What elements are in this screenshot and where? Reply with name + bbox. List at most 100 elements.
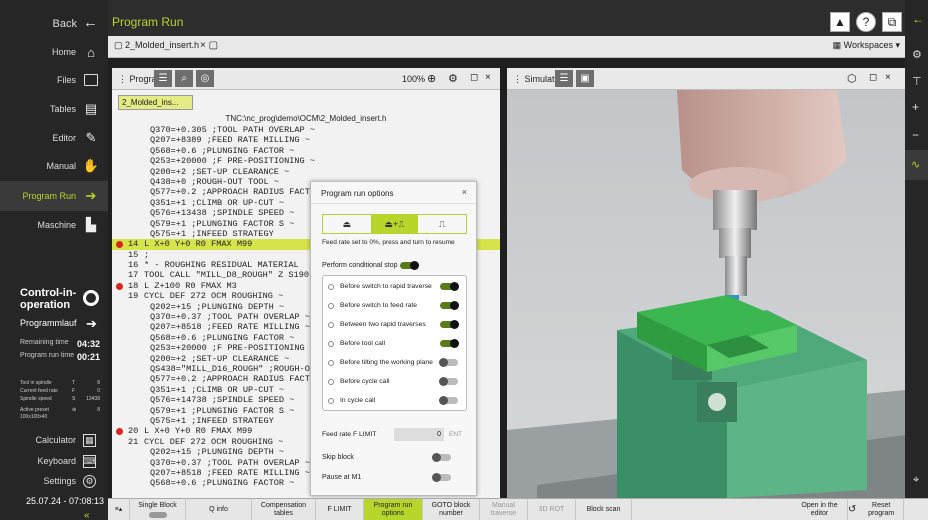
zoom-in-icon[interactable]: + — [912, 100, 919, 114]
feed-limit-input[interactable]: 0 — [394, 428, 444, 441]
sidebar-item-manual[interactable]: Manual ✋ — [0, 152, 108, 180]
stop-option-row[interactable]: Before cycle call — [323, 375, 466, 389]
stop-option-toggle[interactable] — [439, 358, 458, 367]
radio-icon[interactable] — [328, 398, 334, 404]
stop-option-toggle[interactable] — [440, 282, 459, 291]
sidebar-item-editor[interactable]: Editor ✎ — [0, 124, 108, 152]
breakpoint-icon[interactable] — [116, 241, 123, 249]
back-button[interactable]: Back ← — [53, 14, 98, 31]
workspaces-button[interactable]: ▦ Workspaces ▾ — [833, 40, 900, 51]
dialog-close-icon[interactable]: × — [462, 187, 467, 197]
stop-option-row[interactable]: Before tilting the working plane — [323, 356, 466, 370]
pause-m1-row: Pause at M1 — [322, 472, 467, 484]
code-line[interactable]: Q253=+20000 ;F PRE-POSITIONING ~ — [112, 156, 500, 166]
file-tab[interactable]: ▢ 2_Molded_insert.h — [114, 40, 199, 51]
arrow-left-icon[interactable]: ← — [912, 12, 924, 26]
3d-rot-button[interactable]: 3D ROT — [528, 499, 576, 520]
close-icon[interactable]: × — [485, 72, 491, 83]
search-icon[interactable]: ⌕ — [175, 70, 193, 87]
warning-icon[interactable]: ▲ — [830, 12, 850, 32]
f-limit-button[interactable]: F LIMIT — [316, 499, 364, 520]
zoom-icon[interactable]: ⊕ — [427, 72, 436, 85]
breakpoint-icon[interactable] — [116, 282, 123, 290]
collapse-icon[interactable]: « — [84, 510, 90, 520]
right-strip: ← ⚙ ⊤ + − ∿ ⌖ — [905, 0, 928, 520]
check-icon[interactable]: ◎ — [196, 70, 214, 87]
maximize-icon[interactable]: ◻ — [470, 72, 478, 83]
sidebar-item-maschine[interactable]: Maschine ▙ — [0, 211, 108, 239]
close-icon[interactable]: × — [885, 72, 891, 83]
windows-icon[interactable]: ⧉ — [882, 12, 902, 32]
program-run-options-button[interactable]: Program run options — [364, 499, 423, 520]
program-breadcrumb[interactable]: 2_Molded_ins... — [118, 95, 194, 110]
keyboard-button[interactable]: Keyboard ⌨ — [0, 452, 108, 470]
line-text: * - ROUGHING RESIDUAL MATERIAL — [144, 260, 299, 271]
mode-combined-icon[interactable]: ⏏+⎍ — [370, 215, 419, 233]
radio-icon[interactable] — [328, 360, 334, 366]
ent-button[interactable]: ENT — [449, 431, 462, 438]
wave-icon[interactable]: ∿ — [905, 150, 928, 180]
zoom-out-icon[interactable]: − — [912, 128, 919, 142]
goto-block-number-button[interactable]: GOTO block number — [423, 499, 480, 520]
stop-option-row[interactable]: Before tool call — [323, 337, 466, 351]
stop-option-row[interactable]: Before switch to feed rate — [323, 299, 466, 313]
sidebar-item-program-run[interactable]: Program Run ➔ — [0, 181, 108, 211]
code-line[interactable]: Q200=+2 ;SET-UP CLEARANCE ~ — [112, 167, 500, 177]
line-text: Q207=+8518 ;FEED RATE MILLING ~ — [150, 322, 310, 333]
radio-icon[interactable] — [328, 322, 334, 328]
radio-icon[interactable] — [328, 284, 334, 290]
sidebar-item-files[interactable]: Files — [0, 66, 108, 94]
stop-option-toggle[interactable] — [440, 320, 459, 329]
gear-icon[interactable]: ⚙ — [448, 72, 458, 85]
radio-icon[interactable] — [328, 379, 334, 385]
radio-icon[interactable] — [328, 303, 334, 309]
tool-icon[interactable]: ⊤ — [912, 75, 922, 88]
stop-option-toggle[interactable] — [439, 377, 458, 386]
mode-rapid-icon[interactable]: ⏏ — [323, 215, 371, 233]
compensation-tables-button[interactable]: Compensation tables — [252, 499, 316, 520]
q-info-button[interactable]: Q info — [186, 499, 252, 520]
manual-traverse-button[interactable]: Manual traverse — [480, 499, 528, 520]
reset-program-button[interactable]: ↺ Reset program — [848, 499, 904, 520]
help-icon[interactable]: ? — [856, 12, 876, 32]
table-icon: ▤ — [84, 101, 98, 116]
stop-option-row[interactable]: In cycle call — [323, 394, 466, 408]
conditional-stop-toggle[interactable] — [400, 261, 419, 270]
single-block-button[interactable]: Single Block — [130, 499, 186, 520]
breakpoint-icon[interactable] — [116, 428, 123, 436]
stop-option-label: In cycle call — [340, 397, 376, 404]
line-text: Q370=+0.37 ;TOOL PATH OVERLAP ~ — [150, 457, 310, 468]
machine-simulation-view[interactable] — [507, 90, 905, 498]
stop-option-toggle[interactable] — [440, 339, 459, 348]
sidebar-item-home[interactable]: Home ⌂ — [0, 38, 108, 66]
sidebar-item-tables[interactable]: Tables ▤ — [0, 95, 108, 123]
menu-button[interactable]: ≡▴ — [108, 499, 130, 520]
code-line[interactable]: Q370=+0.305 ;TOOL PATH OVERLAP ~ — [112, 125, 500, 135]
stop-option-toggle[interactable] — [439, 396, 458, 405]
single-block-switch[interactable] — [148, 512, 167, 518]
camera-icon[interactable]: ▣ — [576, 70, 594, 87]
code-line[interactable]: Q568=+0.6 ;PLUNGING FACTOR ~ — [112, 146, 500, 156]
cursor-icon[interactable]: ⌖ — [913, 474, 919, 487]
stop-option-row[interactable]: Between two rapid traverses — [323, 318, 466, 332]
maximize-icon[interactable]: ◻ — [869, 72, 877, 83]
stop-option-row[interactable]: Before switch to rapid traverse — [323, 280, 466, 294]
stop-option-toggle[interactable] — [440, 301, 459, 310]
settings-button[interactable]: Settings ⚙ — [0, 472, 108, 490]
program-run-options-dialog: Program run options × ⏏ ⏏+⎍ ⎍ Feed rate … — [310, 181, 477, 496]
list-icon[interactable]: ☰ — [555, 70, 573, 87]
radio-icon[interactable] — [328, 341, 334, 347]
pause-m1-toggle[interactable] — [432, 473, 451, 482]
skip-block-toggle[interactable] — [432, 453, 451, 462]
close-tab-icon[interactable]: × ▢ — [200, 40, 218, 51]
skip-block-row: Skip block — [322, 452, 467, 464]
machine-icon[interactable]: ⚙ — [912, 48, 922, 61]
block-scan-button[interactable]: Block scan — [576, 499, 632, 520]
open-in-editor-button[interactable]: Open in the editor — [792, 499, 848, 520]
code-line[interactable]: Q207=+8389 ;FEED RATE MILLING ~ — [112, 135, 500, 145]
program-run-icon: ➔ — [85, 188, 97, 203]
cube-icon[interactable]: ⬡ — [847, 72, 857, 85]
list-icon[interactable]: ☰ — [154, 70, 172, 87]
calculator-button[interactable]: Calculator ▦ — [0, 431, 108, 449]
mode-feed-icon[interactable]: ⎍ — [418, 215, 466, 233]
